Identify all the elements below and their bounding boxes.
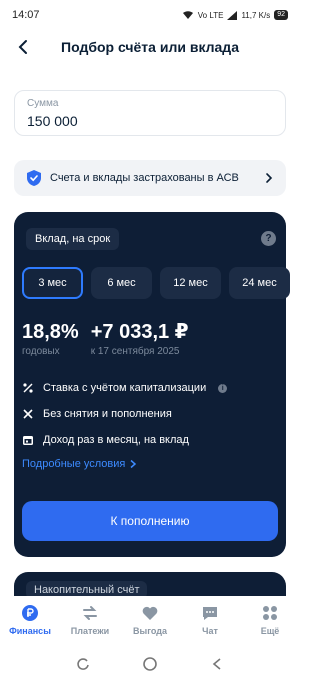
transfer-arrows-icon: [83, 606, 97, 620]
help-icon[interactable]: ?: [261, 231, 276, 246]
feature-text: Доход раз в месяц, на вклад: [43, 434, 189, 446]
speed-label: 11,7 K/s: [241, 10, 271, 20]
home-circle-icon: [143, 657, 157, 671]
status-icons: Vo LTE 11,7 K/s 92: [182, 10, 288, 20]
chevron-right-icon: [266, 173, 273, 183]
feature-text: Без снятия и пополнения: [43, 408, 172, 420]
home-button[interactable]: [141, 655, 159, 673]
details-link-label: Подробные условия: [22, 458, 126, 470]
wifi-icon: [182, 11, 193, 19]
network-label: Vo LTE: [197, 10, 224, 20]
term-option-6[interactable]: 6 мес: [91, 267, 152, 299]
amount-value[interactable]: 150 000: [27, 113, 273, 129]
rate-caption: годовых: [22, 346, 60, 357]
details-link[interactable]: Подробные условия: [22, 458, 137, 470]
header: Подбор счёта или вклада: [0, 30, 300, 64]
insurance-banner[interactable]: Счета и вклады застрахованы в АСВ: [14, 160, 286, 196]
signal-icon: [227, 10, 238, 20]
deposit-card-title: Вклад, на срок: [26, 228, 120, 250]
term-selector: 3 мес 6 мес 12 мес 24 мес: [22, 267, 290, 299]
deposit-stats: 18,8% годовых +7 033,1 ₽ к 17 сентября 2…: [22, 320, 189, 357]
income-caption: к 17 сентября 2025: [90, 346, 180, 357]
feature-item: Ставка с учётом капитализации i: [22, 375, 228, 401]
calendar-icon: [22, 434, 34, 446]
term-option-24[interactable]: 24 мес: [229, 267, 290, 299]
feature-item: Без снятия и пополнения: [22, 401, 227, 427]
back-triangle-icon: [212, 658, 221, 670]
back-nav-button[interactable]: [208, 655, 226, 673]
ruble-icon: [22, 605, 38, 621]
tab-label: Выгода: [133, 626, 167, 636]
tab-benefits[interactable]: Выгода: [120, 604, 180, 636]
status-bar: 14:07 Vo LTE 11,7 K/s 92: [0, 0, 300, 30]
percent-icon: [22, 382, 34, 394]
chevron-right-icon: [130, 459, 137, 469]
term-option-3[interactable]: 3 мес: [22, 267, 83, 299]
tab-chat[interactable]: Чат: [180, 604, 240, 636]
tab-label: Чат: [202, 626, 218, 636]
tab-label: Платежи: [70, 626, 110, 636]
feature-text: Ставка с учётом капитализации: [43, 382, 207, 394]
amount-field[interactable]: Сумма 150 000: [14, 90, 286, 136]
system-nav-bar: [0, 644, 300, 684]
bottom-tab-bar: Финансы Платежи Выгода Чат Ещё: [0, 596, 300, 644]
feature-list: Ставка с учётом капитализации i Без снят…: [22, 375, 228, 453]
replenish-button[interactable]: К пополнению: [22, 501, 278, 541]
recent-apps-icon: [77, 658, 90, 670]
deposit-card: Вклад, на срок ? 3 мес 6 мес 12 мес 24 м…: [14, 212, 290, 557]
feature-item: Доход раз в месяц, на вклад: [22, 427, 227, 453]
tab-more[interactable]: Ещё: [240, 604, 300, 636]
shield-check-icon: [27, 170, 41, 186]
tab-label: Ещё: [260, 626, 280, 636]
amount-label: Сумма: [27, 98, 59, 109]
cross-icon: [22, 408, 34, 420]
insurance-text: Счета и вклады застрахованы в АСВ: [50, 172, 239, 184]
recent-apps-button[interactable]: [74, 655, 92, 673]
page-title: Подбор счёта или вклада: [61, 39, 239, 55]
heart-icon: [142, 606, 158, 620]
income-value: +7 033,1 ₽: [90, 321, 189, 343]
info-icon[interactable]: i: [218, 383, 228, 393]
term-option-12[interactable]: 12 мес: [160, 267, 221, 299]
rate-block: 18,8% годовых: [22, 320, 79, 357]
grid-icon: [263, 606, 277, 620]
status-time: 14:07: [12, 9, 40, 21]
income-block: +7 033,1 ₽ к 17 сентября 2025: [91, 320, 189, 357]
tab-label: Финансы: [9, 626, 51, 636]
chat-icon: [203, 607, 217, 620]
rate-value: 18,8%: [22, 321, 79, 343]
tab-payments[interactable]: Платежи: [60, 604, 120, 636]
tab-finance[interactable]: Финансы: [0, 604, 60, 636]
battery-icon: 92: [274, 10, 288, 20]
